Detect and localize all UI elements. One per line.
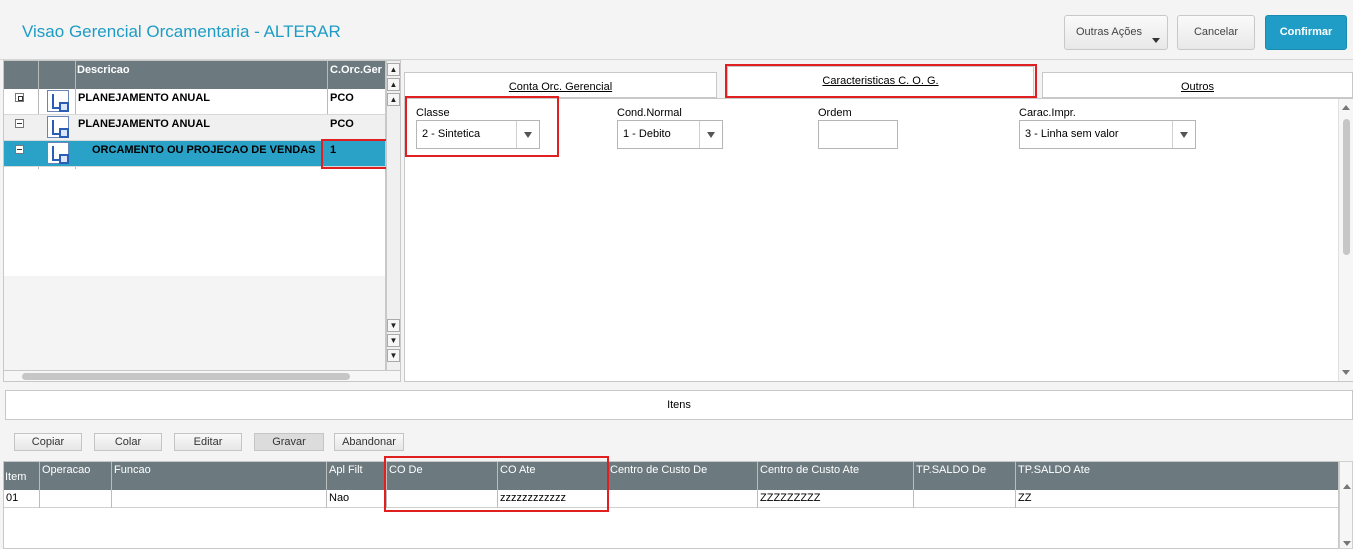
save-button[interactable]: Gravar [254,433,324,451]
tree-row-descricao: PLANEJAMENTO ANUAL [78,118,211,130]
tab-label: Conta Orc. Gerencial [508,81,613,93]
scroll-thumb[interactable] [22,373,350,380]
cond-normal-label: Cond.Normal [617,107,682,119]
scroll-thumb[interactable] [1343,119,1350,255]
other-actions-label: Outras Ações [1075,26,1143,38]
tree-row[interactable]: PLANEJAMENTO ANUAL PCO [4,89,385,115]
scroll-down-icon[interactable]: ▼ [387,319,400,332]
tree-col-descricao[interactable]: Descricao [77,64,130,76]
cell-tp-saldo-ate: ZZ [1018,492,1032,504]
other-actions-button[interactable]: Outras Ações [1064,15,1168,50]
paste-button[interactable]: Colar [94,433,162,451]
ordem-field[interactable] [818,120,898,149]
grid-col-divider [111,462,112,508]
tree-row-code: PCO [330,118,354,130]
col-tp-saldo-de[interactable]: TP.SALDO De [916,464,986,476]
tree-node-icon [47,116,69,138]
scroll-up-icon[interactable] [1343,484,1351,489]
col-cc-de[interactable]: Centro de Custo De [610,464,707,476]
tab-label: Outros [1180,81,1214,93]
tree-row[interactable]: PLANEJAMENTO ANUAL PCO [4,115,385,141]
grid-vertical-scrollbar[interactable] [1339,461,1353,549]
itens-section-title: Itens [5,390,1353,420]
col-item[interactable]: Item [5,471,26,483]
scroll-top-icon[interactable]: ▲ [387,63,400,76]
grid-header: Item Operacao Funcao Apl Filt CO De CO A… [4,462,1338,490]
form-vertical-scrollbar[interactable] [1338,99,1353,381]
highlight-box [321,139,395,169]
col-apl-filt[interactable]: Apl Filt [329,464,363,476]
itens-grid: Item Operacao Funcao Apl Filt CO De CO A… [3,461,1339,549]
carac-impr-select[interactable]: 3 - Linha sem valor [1019,120,1196,149]
col-cc-ate[interactable]: Centro de Custo Ate [760,464,859,476]
grid-col-divider [757,462,758,508]
collapse-icon[interactable] [15,119,24,128]
highlight-box [405,96,559,157]
highlight-box [384,456,609,512]
cond-normal-value: 1 - Debito [623,128,671,140]
scroll-page-up-icon[interactable]: ▲ [387,78,400,91]
tree-row-code: PCO [330,92,354,104]
cell-cc-ate: ZZZZZZZZZ [760,492,821,504]
cell-item: 01 [6,492,19,504]
cond-normal-select[interactable]: 1 - Debito [617,120,723,149]
highlight-box [725,64,1037,98]
col-funcao[interactable]: Funcao [114,464,151,476]
table-row[interactable]: 01 Nao zzzzzzzzzzzz ZZZZZZZZZ ZZ [4,490,1338,508]
scroll-down-icon[interactable] [1342,370,1350,375]
grid-col-divider [39,462,40,508]
chevron-down-icon [1152,38,1160,43]
scroll-page-down-icon[interactable]: ▼ [387,334,400,347]
scroll-bottom-icon[interactable]: ▼ [387,349,400,362]
grid-col-divider [1015,462,1016,508]
cell-apl-filt: Nao [329,492,350,504]
carac-impr-label: Carac.Impr. [1019,107,1076,119]
tree-node-icon [47,142,69,164]
tree-col-corcger[interactable]: C.Orc.Ger [330,64,382,76]
scroll-down-icon[interactable] [1343,541,1351,546]
tree-node-icon [47,90,69,112]
tree-panel: Descricao C.Orc.Ger PLANEJAMENTO ANUAL P… [3,60,386,372]
edit-button[interactable]: Editar [174,433,242,451]
abandon-button[interactable]: Abandonar [334,433,404,451]
scroll-up-icon[interactable]: ▲ [387,93,400,106]
tree-header: Descricao C.Orc.Ger [4,61,385,89]
tree-row-descricao: ORCAMENTO OU PROJECAO DE VENDAS [92,144,316,156]
grid-col-divider [913,462,914,508]
tab-outros[interactable]: Outros [1042,72,1353,98]
scroll-up-icon[interactable] [1342,105,1350,110]
carac-impr-value: 3 - Linha sem valor [1025,128,1119,140]
tree-vertical-scrollbar[interactable]: ▲ ▲ ▲ ▼ ▼ ▼ [386,60,401,372]
page-title: Visao Gerencial Orcamentaria - ALTERAR [22,22,341,41]
tree-horizontal-scrollbar[interactable] [3,370,401,382]
chevron-down-icon[interactable] [1172,121,1195,148]
copy-button[interactable]: Copiar [14,433,82,451]
confirm-button[interactable]: Confirmar [1265,15,1347,50]
grid-col-divider [326,462,327,508]
col-operacao[interactable]: Operacao [42,464,90,476]
col-tp-saldo-ate[interactable]: TP.SALDO Ate [1018,464,1090,476]
tree-row-descricao: PLANEJAMENTO ANUAL [78,92,211,104]
collapse-icon[interactable] [15,145,24,154]
chevron-down-icon[interactable] [699,121,722,148]
expand-icon[interactable] [15,93,24,102]
cancel-button[interactable]: Cancelar [1177,15,1255,50]
tree-empty-area [4,276,385,371]
tab-conta-orc-gerencial[interactable]: Conta Orc. Gerencial [404,72,717,98]
ordem-label: Ordem [818,107,852,119]
